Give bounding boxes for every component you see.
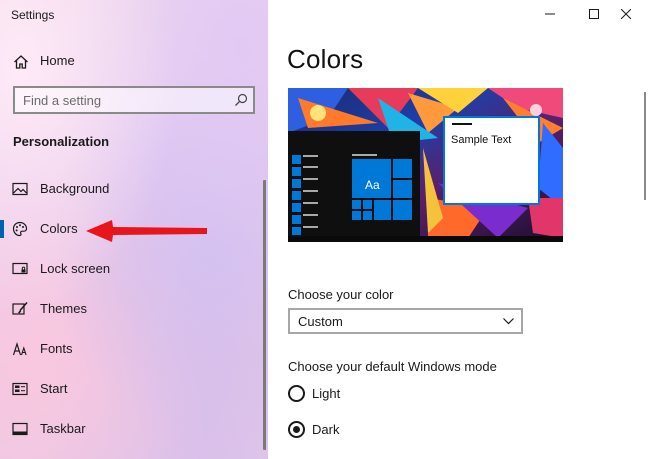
section-title: Personalization	[13, 134, 110, 149]
sidebar-item-label: Background	[40, 181, 110, 196]
sidebar-item-themes[interactable]: Themes	[0, 291, 262, 327]
sidebar-item-label: Taskbar	[40, 421, 86, 436]
close-icon	[621, 9, 631, 19]
sidebar-item-label: Start	[40, 381, 68, 396]
start-menu-tiles	[292, 154, 412, 235]
start-icon	[12, 382, 28, 396]
page-title: Colors	[287, 44, 364, 74]
radio-dark-label: Dark	[312, 422, 340, 437]
minimize-button[interactable]	[528, 0, 572, 30]
radio-dark[interactable]: Dark	[288, 419, 408, 441]
sidebar-item-label: Themes	[40, 301, 87, 316]
sample-title-bar	[452, 123, 472, 125]
close-button[interactable]	[604, 0, 648, 30]
sample-text: Sample Text	[451, 134, 512, 146]
search-input[interactable]	[15, 88, 225, 112]
app-title: Settings	[11, 8, 55, 22]
picture-icon	[12, 182, 28, 196]
sidebar-item-label: Lock screen	[40, 261, 111, 276]
sidebar-item-label: Fonts	[40, 341, 73, 356]
themes-brush-icon	[12, 302, 28, 315]
sidebar-item-fonts[interactable]: Fonts	[0, 331, 262, 367]
sample-window-preview: Sample Text	[443, 116, 540, 205]
sidebar-item-background[interactable]: Background	[0, 171, 262, 207]
annotation-arrow	[86, 220, 207, 242]
choose-color-value: Custom	[298, 314, 343, 329]
search-icon[interactable]	[234, 93, 248, 107]
sidebar-item-lock-screen[interactable]: Lock screen	[0, 251, 262, 287]
sidebar: Settings Home Personalization Background	[0, 0, 268, 459]
main-panel: Colors Aa Sample Text Choose your color …	[268, 0, 648, 459]
sidebar-item-label: Colors	[40, 221, 78, 236]
color-preview: Aa Sample Text	[288, 88, 563, 242]
choose-color-label: Choose your color	[288, 287, 394, 302]
radio-selected-dot	[293, 426, 300, 433]
radio-light[interactable]: Light	[288, 383, 408, 405]
lock-screen-icon	[12, 262, 28, 275]
search-box[interactable]	[13, 86, 255, 114]
selection-indicator	[0, 220, 4, 238]
maximize-icon	[589, 9, 599, 19]
windows-mode-label: Choose your default Windows mode	[288, 359, 497, 374]
main-scrollbar[interactable]	[644, 92, 646, 200]
palette-icon	[12, 221, 28, 237]
taskbar-icon	[12, 422, 28, 436]
sidebar-scrollbar[interactable]	[263, 180, 266, 450]
taskbar-preview	[288, 236, 563, 242]
start-menu-preview: Aa	[288, 131, 420, 237]
sidebar-item-start[interactable]: Start	[0, 371, 262, 407]
minimize-icon	[545, 13, 555, 15]
fonts-icon	[12, 342, 27, 356]
nav-home[interactable]: Home	[0, 46, 262, 78]
tile-label: Aa	[365, 178, 380, 192]
nav-home-label: Home	[40, 53, 75, 68]
chevron-down-icon	[503, 318, 514, 325]
radio-light-label: Light	[312, 386, 341, 401]
choose-color-dropdown[interactable]: Custom	[288, 308, 523, 334]
radio-dark-circle[interactable]	[288, 421, 305, 438]
radio-light-circle[interactable]	[288, 385, 305, 402]
sidebar-item-taskbar[interactable]: Taskbar	[0, 411, 262, 447]
home-icon	[14, 55, 28, 69]
